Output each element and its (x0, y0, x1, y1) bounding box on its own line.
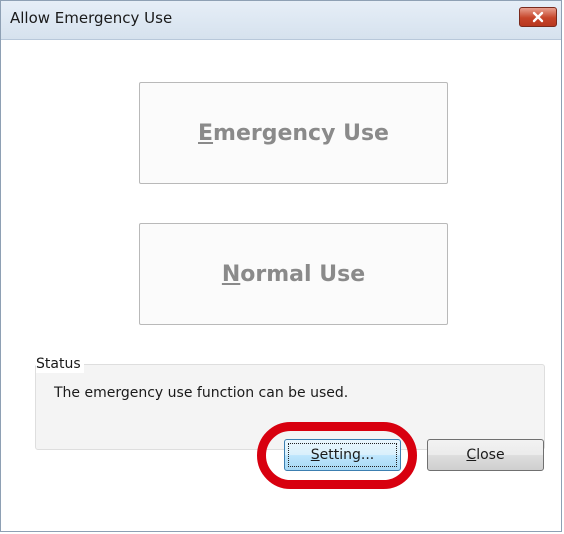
status-message: The emergency use function can be used. (54, 385, 349, 401)
status-group: Status The emergency use function can be… (35, 356, 545, 450)
close-accelerator: C (466, 447, 477, 463)
window-title: Allow Emergency Use (10, 9, 173, 27)
normal-use-button[interactable]: Normal Use (139, 223, 448, 325)
close-label: lose (476, 447, 505, 463)
normal-use-accelerator: N (221, 261, 241, 287)
setting-button[interactable]: Setting... (284, 439, 401, 471)
emergency-use-label: mergency Use (213, 120, 389, 146)
close-icon (532, 11, 544, 23)
emergency-use-accelerator: E (198, 120, 214, 146)
normal-use-label: ormal Use (240, 261, 366, 287)
close-button[interactable]: Close (427, 439, 544, 471)
setting-accelerator: S (310, 447, 320, 463)
emergency-use-button[interactable]: Emergency Use (139, 82, 448, 184)
window-close-button[interactable] (519, 7, 557, 27)
dialog-window: Allow Emergency Use Emergency Use Normal… (0, 0, 562, 532)
status-legend: Status (36, 356, 84, 373)
setting-label: etting... (319, 447, 375, 463)
title-bar[interactable]: Allow Emergency Use (1, 1, 561, 40)
